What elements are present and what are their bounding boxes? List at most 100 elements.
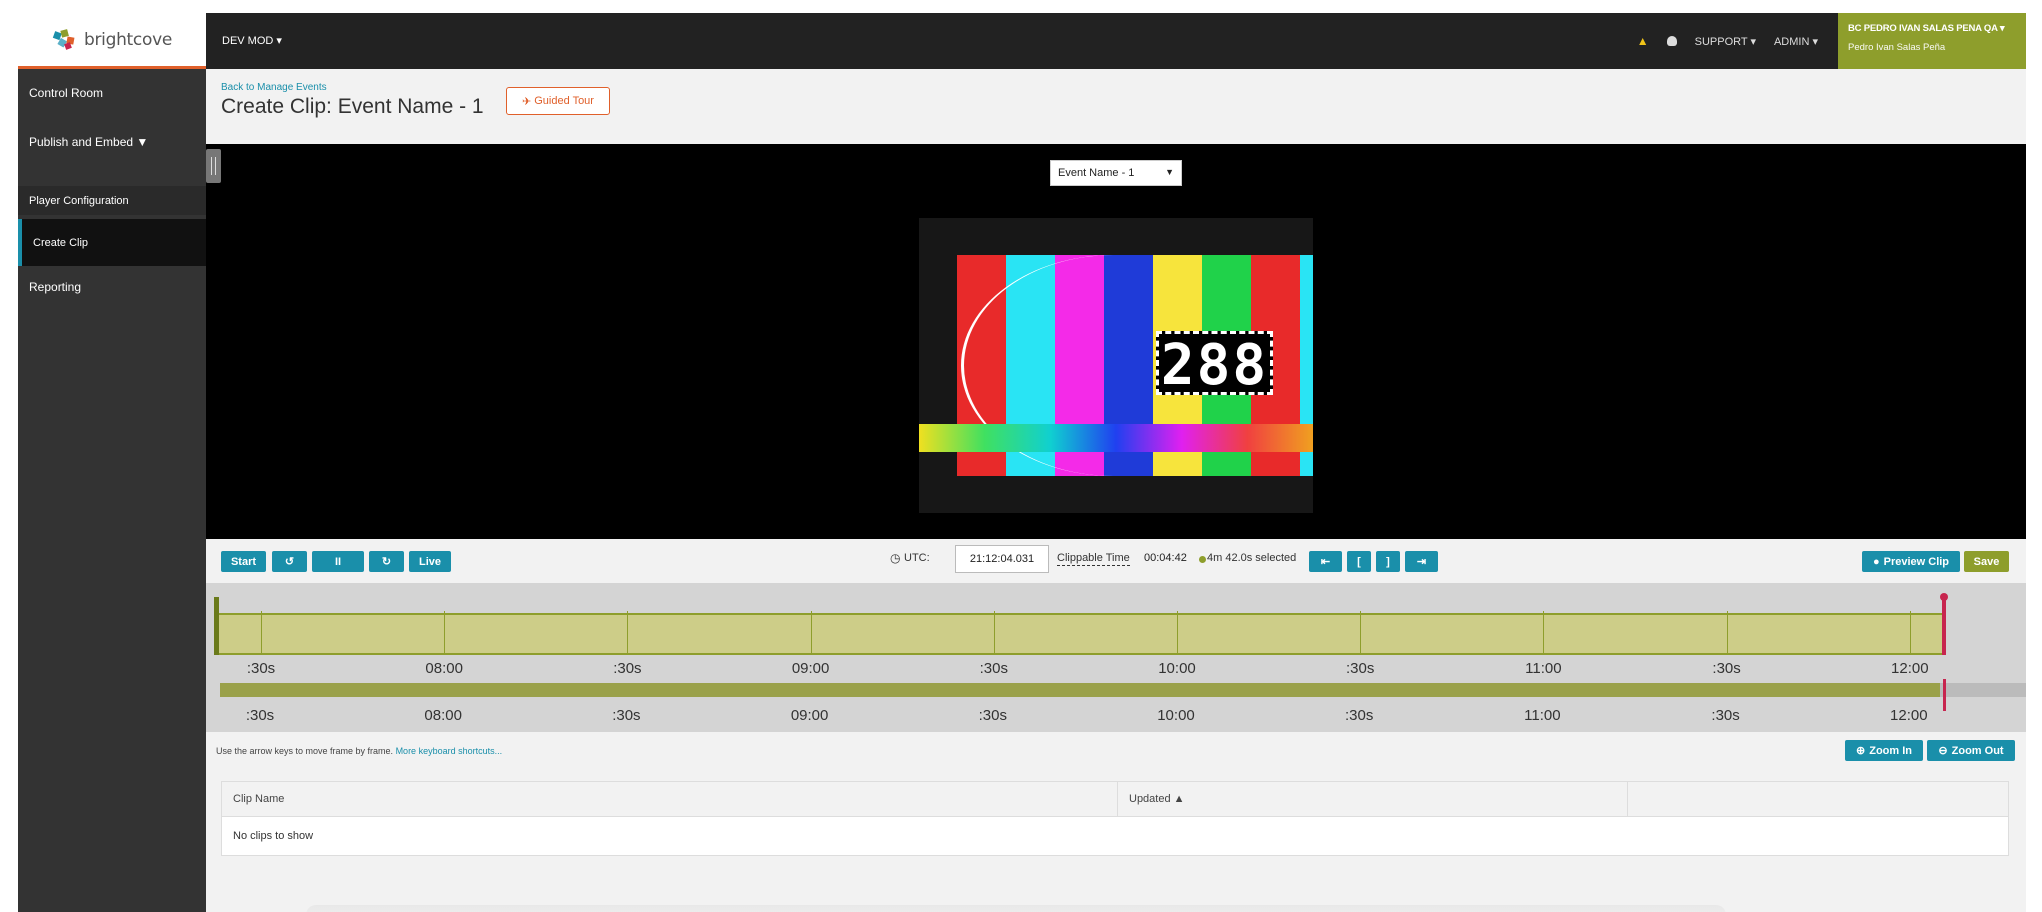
sidebar-item-label: Player Configuration (29, 194, 129, 207)
column-updated[interactable]: Updated ▲ (1118, 782, 1628, 817)
pause-button[interactable]: II (312, 551, 364, 572)
account-name: BC PEDRO IVAN SALAS PENA QA ▾ (1848, 23, 2005, 34)
guided-tour-button[interactable]: ✈ Guided Tour (506, 87, 610, 115)
video-player[interactable]: Event Name - 1 ▼ 288 (206, 144, 2026, 539)
sidebar: Control Room Publish and Embed ▼ Player … (18, 69, 206, 912)
sidebar-item-control-room[interactable]: Control Room (18, 69, 206, 116)
timeline-tick (810, 611, 812, 655)
playback-controls: Start ↺ II ↻ Live ◷ UTC: 21:12:04.031 Cl… (206, 539, 2026, 583)
timeline-tick-label: :30s (246, 660, 276, 677)
column-clip-name[interactable]: Clip Name (222, 782, 1118, 817)
admin-menu[interactable]: ADMIN ▾ (1774, 35, 1818, 48)
preview-clip-label: Preview Clip (1883, 555, 1950, 568)
notification-icon[interactable] (1666, 36, 1677, 46)
guided-tour-label: Guided Tour (534, 95, 594, 107)
event-select-value: Event Name - 1 (1058, 167, 1135, 179)
support-menu[interactable]: SUPPORT ▾ (1695, 35, 1756, 48)
timeline-tick (261, 611, 262, 655)
keyboard-hint: Use the arrow keys to move frame by fram… (216, 746, 502, 756)
utc-label: UTC: (904, 552, 930, 564)
top-bar: brightcove DEV MOD ▾ ▲ SUPPORT ▾ ADMIN ▾… (18, 13, 2026, 69)
zoom-out-icon: ⊖ (1938, 745, 1948, 757)
sidebar-item-label: Control Room (29, 85, 104, 100)
timeline-tick-label: :30s (613, 660, 642, 677)
playhead-knob[interactable] (1940, 593, 1948, 601)
overview-selection-fill (220, 683, 1941, 697)
timeline[interactable]: :30s 08:00 :30s 09:00 :30s 10:00 :30s 11:00 :30s… (206, 583, 2026, 732)
timeline-tick-label: :30s (1712, 660, 1741, 677)
timeline-overview-track[interactable] (220, 683, 2026, 697)
timeline-tick (1360, 611, 1362, 655)
video-frame: 288 (919, 218, 1313, 513)
set-out-point-button[interactable]: ] (1376, 551, 1400, 572)
timeline-tick (993, 611, 995, 655)
main-content: Back to Manage Events Create Clip: Event… (206, 69, 2026, 912)
clips-table: Clip Name Updated ▲ No clips to show (221, 781, 2009, 856)
clock-icon: ◷ (890, 551, 901, 565)
timeline-tick-label: :30s (979, 660, 1008, 677)
timeline-start-handle[interactable] (214, 597, 219, 655)
frame-counter: 288 (1156, 331, 1273, 398)
timeline-tick (1726, 611, 1728, 655)
zoom-out-label: Zoom Out (1951, 744, 2004, 757)
timeline-tick-label: 10:00 (1158, 660, 1196, 677)
sidebar-item-reporting[interactable]: Reporting (18, 266, 206, 308)
timeline-tick-label: 08:00 (425, 660, 463, 677)
timeline-selection-track[interactable] (216, 613, 1945, 655)
app-window: brightcove DEV MOD ▾ ▲ SUPPORT ▾ ADMIN ▾… (18, 13, 2026, 912)
sidebar-item-publish-and-embed[interactable]: Publish and Embed ▼ (18, 116, 206, 168)
zoom-out-button[interactable]: ⊖ Zoom Out (1927, 740, 2015, 761)
event-select-dropdown[interactable]: Event Name - 1 ▼ (1050, 160, 1182, 186)
timeline-tick-label: :30s (245, 707, 275, 724)
dropdown-arrow-icon: ▼ (1165, 167, 1174, 177)
jump-to-start-button[interactable]: ⇤ (1309, 551, 1342, 572)
playhead[interactable] (1942, 597, 1946, 655)
timeline-tick-label: :30s (1711, 707, 1740, 724)
forward-icon: ↻ (381, 556, 392, 568)
timeline-tick (1909, 611, 1911, 655)
zoom-in-icon: ⊕ (1856, 745, 1866, 757)
sidebar-item-label: Reporting (29, 280, 82, 294)
utc-time-input[interactable]: 21:12:04.031 (955, 545, 1049, 573)
live-button[interactable]: Live (409, 551, 451, 572)
sidebar-collapse-handle[interactable] (206, 149, 221, 183)
sidebar-item-create-clip[interactable]: Create Clip (18, 219, 206, 266)
clippable-time-label[interactable]: Clippable Time (1057, 552, 1130, 566)
in-point-icon: [ (1357, 555, 1361, 568)
timeline-tick-label: 09:00 (791, 660, 830, 677)
brand-logo[interactable]: brightcove (18, 13, 206, 69)
save-button[interactable]: Save (1964, 551, 2009, 572)
timeline-tick (1543, 611, 1545, 655)
column-actions (1628, 782, 2010, 817)
account-user: Pedro Ivan Salas Peña (1848, 42, 1946, 53)
overview-playhead[interactable] (1943, 679, 1946, 711)
sidebar-item-player-configuration[interactable]: Player Configuration (18, 186, 206, 215)
brightcove-logo-icon (52, 28, 75, 50)
zoom-in-button[interactable]: ⊕ Zoom In (1845, 740, 1923, 761)
timeline-tick-label: 11:00 (1524, 707, 1561, 724)
timeline-tick-label: 08:00 (424, 707, 462, 724)
keyboard-shortcuts-link[interactable]: More keyboard shortcuts... (396, 746, 503, 756)
selection-dot-icon (1199, 556, 1206, 563)
save-label: Save (1973, 555, 2000, 568)
back-to-manage-events-link[interactable]: Back to Manage Events (221, 82, 327, 93)
forward-button[interactable]: ↻ (369, 551, 404, 572)
preview-clip-button[interactable]: ● Preview Clip (1862, 551, 1960, 572)
live-label: Live (418, 555, 441, 568)
dev-mod-menu[interactable]: DEV MOD ▾ (222, 34, 282, 47)
set-in-point-button[interactable]: [ (1347, 551, 1371, 572)
start-button[interactable]: Start (221, 551, 266, 572)
warning-icon[interactable]: ▲ (1637, 34, 1649, 48)
logo-text: brightcove (83, 29, 172, 50)
rewind-icon: ↺ (284, 556, 295, 568)
jump-to-end-button[interactable]: ⇥ (1405, 551, 1438, 572)
gradient-strip (919, 424, 1313, 452)
rewind-button[interactable]: ↺ (272, 551, 307, 572)
zoom-in-label: Zoom In (1869, 744, 1912, 757)
pause-icon: II (334, 555, 342, 568)
timeline-tick-label: 12:00 (1890, 707, 1928, 724)
keyboard-hint-text: Use the arrow keys to move frame by fram… (216, 746, 396, 756)
timeline-tick-label: :30s (1346, 660, 1375, 677)
selection-duration: 4m 42.0s selected (1207, 552, 1297, 564)
account-menu[interactable]: BC PEDRO IVAN SALAS PENA QA ▾ Pedro Ivan… (1838, 13, 2026, 69)
